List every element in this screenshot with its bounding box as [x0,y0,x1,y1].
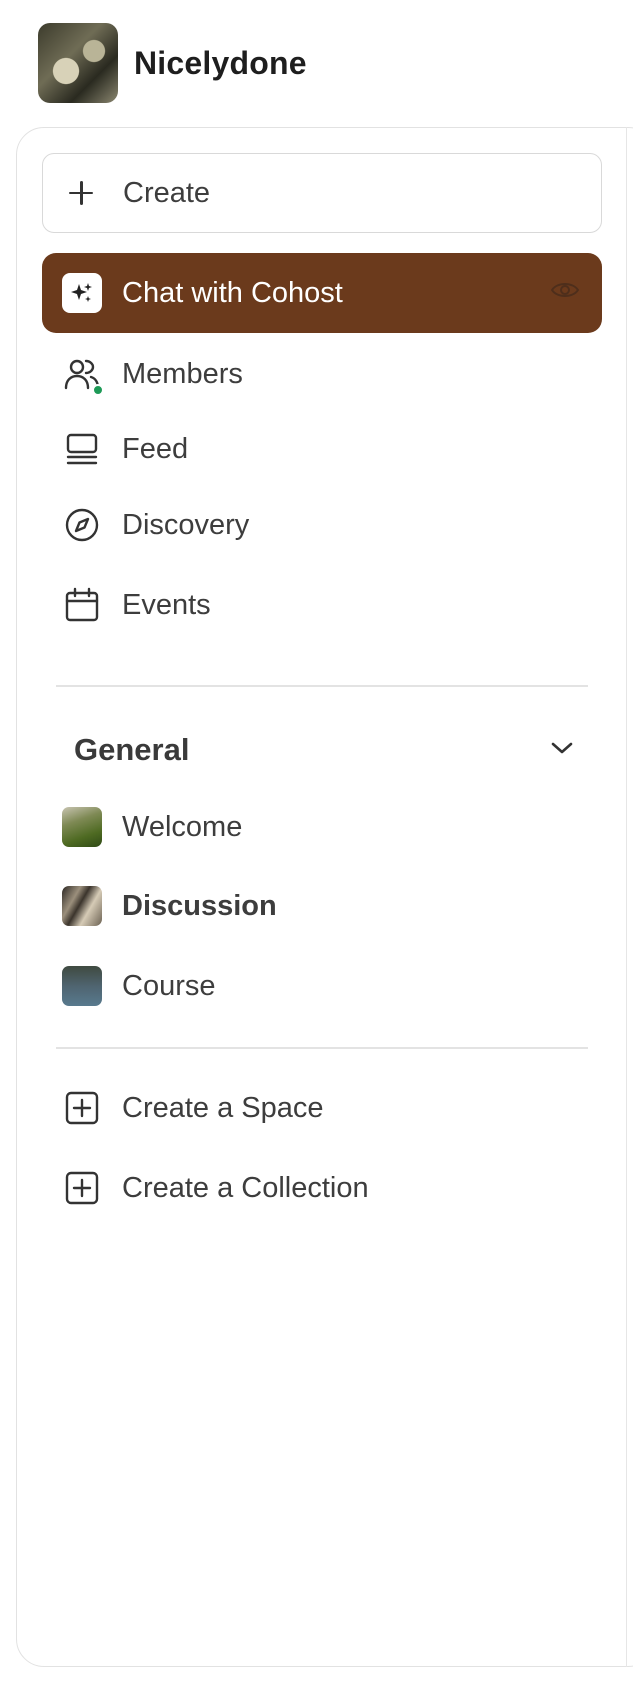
community-header: Nicelydone [38,23,307,103]
divider [56,1047,588,1049]
space-item-discussion[interactable]: Discussion [42,866,602,946]
create-space-button[interactable]: Create a Space [42,1068,602,1148]
space-thumbnail [62,886,102,926]
compass-icon [62,505,102,545]
section-title: General [74,732,190,767]
create-button[interactable]: Create [42,153,602,233]
space-item-label: Course [122,969,216,1002]
nav-item-events[interactable]: Events [42,565,602,645]
feed-icon [62,429,102,469]
section-header-general[interactable]: General [74,728,574,772]
space-item-label: Discussion [122,889,277,922]
nav-item-label: Discovery [122,508,250,541]
space-thumbnail [62,807,102,847]
community-name[interactable]: Nicelydone [134,45,307,82]
nav-item-label: Events [122,588,211,621]
nav-item-discovery[interactable]: Discovery [42,485,602,565]
plus-square-icon [62,1088,102,1128]
create-button-label: Create [123,176,211,209]
nav-item-feed[interactable]: Feed [42,409,602,489]
eye-icon[interactable] [550,279,580,306]
calendar-icon [62,585,102,625]
chevron-down-icon[interactable] [550,740,574,761]
nav-item-chat-with-cohost[interactable]: Chat with Cohost [42,253,602,333]
plus-square-icon [62,1168,102,1208]
presence-dot [92,384,104,396]
create-collection-button[interactable]: Create a Collection [42,1148,602,1228]
space-item-course[interactable]: Course [42,946,602,1026]
nav-item-label: Chat with Cohost [122,276,343,309]
action-label: Create a Collection [122,1171,369,1204]
users-icon [62,354,104,396]
nav-item-label: Feed [122,432,189,465]
nav-item-members[interactable]: Members [42,334,602,414]
action-label: Create a Space [122,1091,324,1124]
nav-item-label: Members [122,357,243,390]
space-item-welcome[interactable]: Welcome [42,787,602,867]
space-thumbnail [62,966,102,1006]
sparkle-icon [62,273,102,313]
divider [56,685,588,687]
community-logo[interactable] [38,23,118,103]
space-item-label: Welcome [122,810,243,843]
plus-icon [67,179,95,207]
panel-divider [626,127,627,1667]
